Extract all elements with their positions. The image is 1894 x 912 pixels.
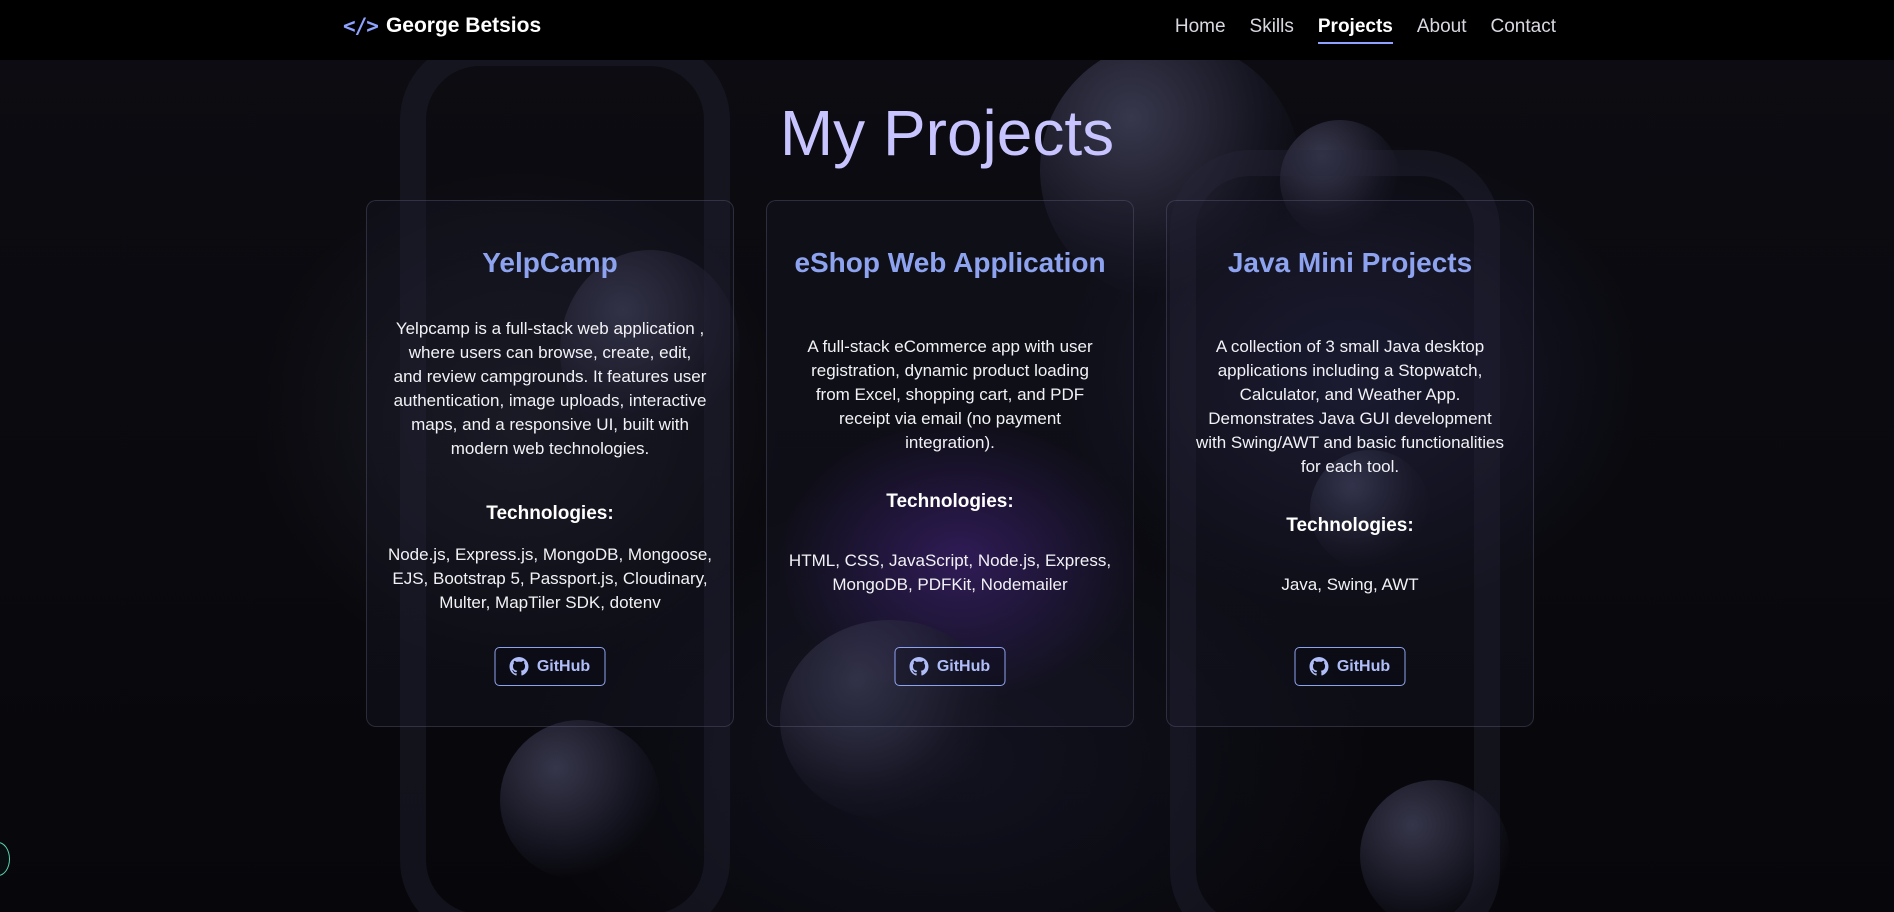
github-button[interactable]: GitHub [894,647,1006,686]
project-card-eshop: eShop Web Application A full-stack eComm… [766,200,1134,727]
main-nav: Home Skills Projects About Contact [1175,16,1556,44]
project-title: eShop Web Application [794,247,1106,278]
nav-projects[interactable]: Projects [1317,16,1393,44]
brand-logo[interactable]: </> George Betsios [343,14,541,38]
page-title: My Projects [779,97,1115,169]
technologies-list: Node.js, Express.js, MongoDB, Mongoose, … [387,545,713,612]
github-button[interactable]: GitHub [1294,647,1406,686]
project-card-yelpcamp: YelpCamp Yelpcamp is a full-stack web ap… [366,200,734,727]
nav-contact[interactable]: Contact [1491,16,1556,44]
nav-home[interactable]: Home [1175,16,1226,44]
technologies-list: Java, Swing, AWT [1281,575,1419,594]
github-button-label: GitHub [536,657,591,675]
technologies-label: Technologies: [486,503,614,524]
github-button-label: GitHub [1336,657,1391,675]
project-description: Yelpcamp is a full-stack web application… [393,319,707,458]
project-description: A full-stack eCommerce app with user reg… [807,337,1093,452]
github-icon [909,657,929,676]
technologies-list: HTML, CSS, JavaScript, Node.js, Express,… [788,551,1112,594]
technologies-label: Technologies: [1286,515,1414,536]
github-icon [509,657,529,676]
github-button-label: GitHub [936,657,991,675]
project-title: YelpCamp [482,247,618,278]
project-description: A collection of 3 small Java desktop app… [1195,337,1505,476]
github-icon [1309,657,1329,676]
nav-about[interactable]: About [1417,16,1467,44]
brand-name: George Betsios [385,14,542,37]
project-title: Java Mini Projects [1227,247,1473,278]
technologies-label: Technologies: [886,491,1014,512]
site-header: </> George Betsios Home Skills Projects … [0,0,1894,60]
project-card-java-mini: Java Mini Projects A collection of 3 sma… [1166,200,1534,727]
code-icon: </> [343,14,379,38]
nav-skills[interactable]: Skills [1250,16,1294,44]
github-button[interactable]: GitHub [494,647,606,686]
